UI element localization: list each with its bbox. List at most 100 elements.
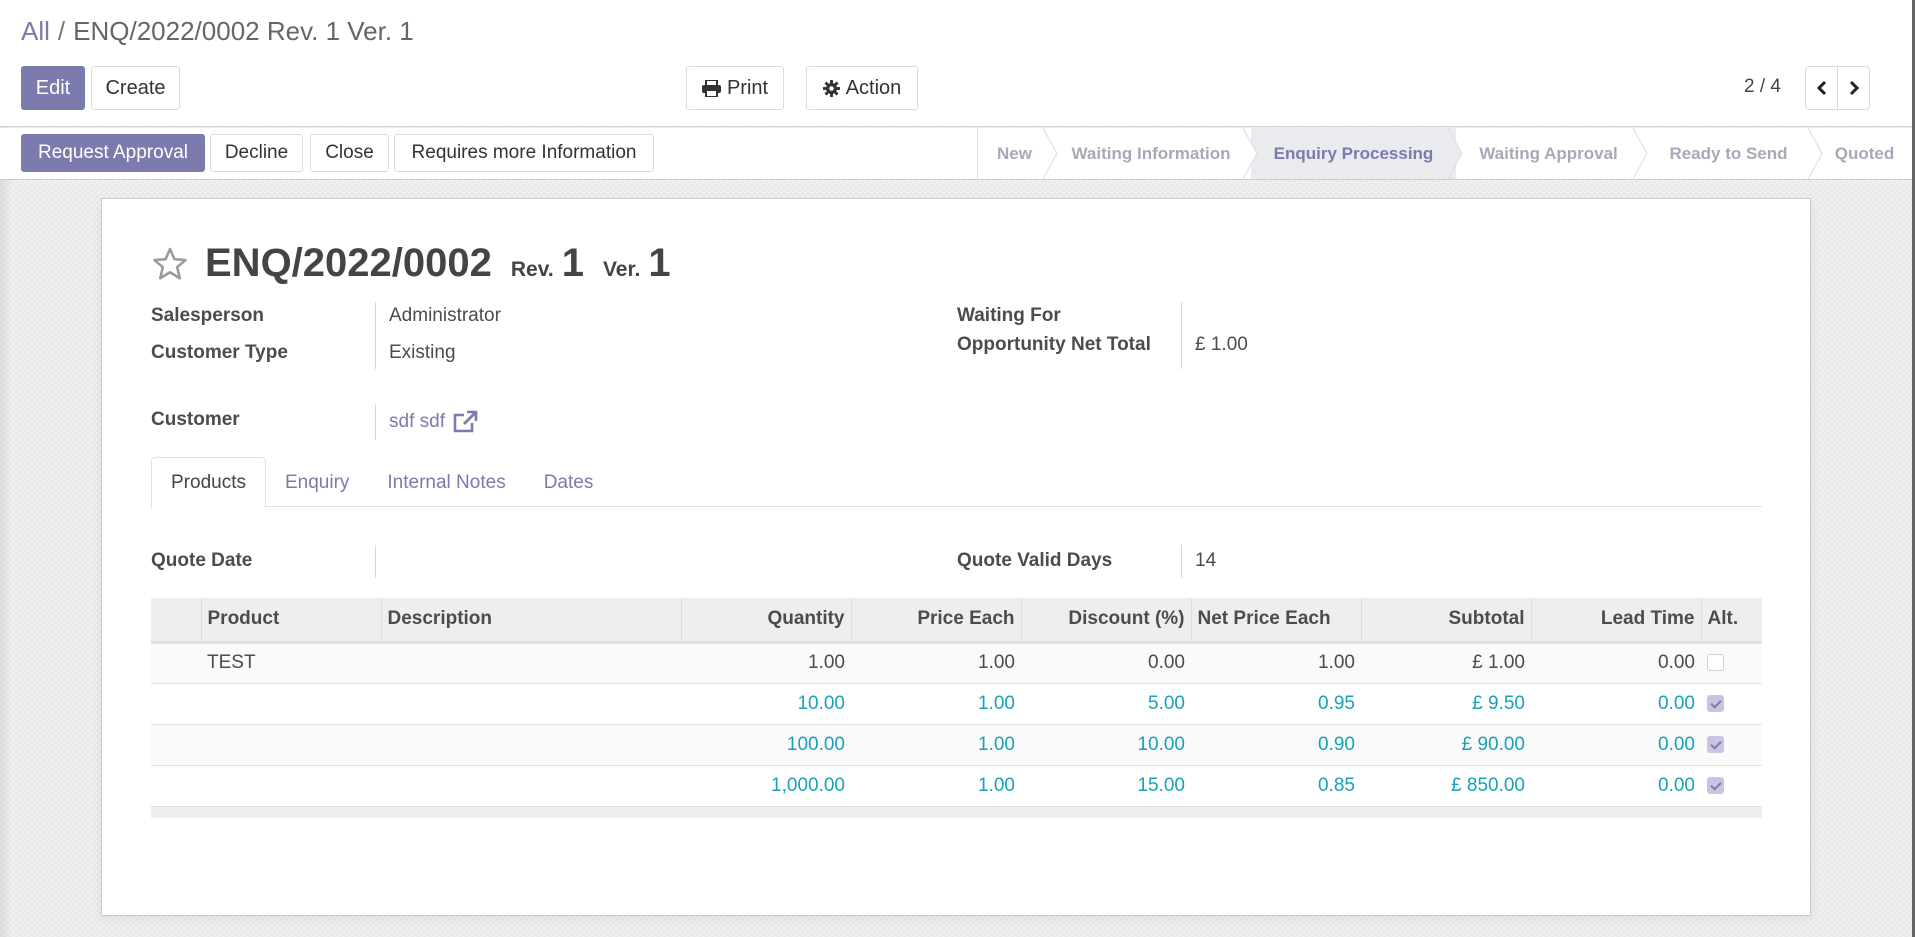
cell-quantity[interactable]: 100.00 [681,723,851,765]
cell-product[interactable]: TEST [201,641,381,683]
field-divider [375,302,376,369]
cell-product[interactable] [201,723,381,765]
salesperson-value: Administrator [389,305,501,326]
cell-description[interactable] [381,641,681,683]
cell-net-price-each[interactable]: 1.00 [1191,641,1361,683]
cell-description[interactable] [381,723,681,765]
tab-dates[interactable]: Dates [525,457,613,508]
quote-valid-days-value: 14 [1195,550,1217,571]
print-button[interactable]: Print [686,66,784,110]
edit-button[interactable]: Edit [21,66,85,110]
column-header-price-each[interactable]: Price Each [850,598,1021,644]
create-button[interactable]: Create [91,66,180,110]
cell-description[interactable] [381,682,681,724]
control-panel: All / ENQ/2022/0002 Rev. 1 Ver. 1 Edit Cre… [0,0,1912,127]
breadcrumb-all-link[interactable]: All [21,16,50,46]
stage-label: Waiting Information [1071,143,1231,163]
chevron-left-icon [1816,80,1826,96]
close-button[interactable]: Close [310,134,389,172]
stage-pipeline: New Waiting Information Enquiry Processi… [977,128,1913,179]
alt-checkbox[interactable] [1707,776,1724,794]
column-header-net-price-each[interactable]: Net Price Each [1190,598,1361,644]
cell-net-price-each[interactable]: 0.90 [1191,723,1361,765]
stage-new[interactable]: New [978,128,1058,179]
cell-lead-time[interactable]: 0.00 [1531,764,1701,806]
breadcrumb-current: ENQ/2022/0002 Rev. 1 Ver. 1 [73,16,414,46]
column-header-lead-time[interactable]: Lead Time [1530,598,1701,644]
record-name: ENQ/2022/0002 [205,241,492,285]
cell-price-each[interactable]: 1.00 [851,723,1021,765]
cell-net-price-each[interactable]: 0.95 [1191,682,1361,724]
table-footer [151,805,1762,818]
tab-enquiry[interactable]: Enquiry [266,457,368,508]
pager-next-button[interactable] [1837,67,1869,109]
stage-label: Enquiry Processing [1273,143,1434,163]
alt-checkbox[interactable] [1707,654,1724,672]
column-header-subtotal[interactable]: Subtotal [1360,598,1531,644]
field-divider [1181,545,1182,578]
stage-label: Waiting Approval [1479,143,1618,163]
table-row[interactable]: TEST 1.00 1.00 0.00 1.00 £ 1.00 0.00 [151,641,1762,683]
form-sheet: ENQ/2022/0002 Rev. 1 Ver. 1 Salesperson … [101,198,1811,916]
stage-ready-to-send[interactable]: Ready to Send [1641,128,1823,179]
stage-waiting-approval[interactable]: Waiting Approval [1456,128,1648,179]
gear-icon [822,79,840,97]
tab-products[interactable]: Products [151,457,266,508]
cell-discount[interactable]: 10.00 [1021,723,1191,765]
cell-subtotal: £ 9.50 [1361,682,1531,724]
cell-quantity[interactable]: 10.00 [681,682,851,724]
cell-product[interactable] [201,764,381,806]
cell-price-each[interactable]: 1.00 [851,764,1021,806]
revision-value: 1 [561,241,584,285]
cell-lead-time[interactable]: 0.00 [1531,682,1701,724]
customer-link[interactable]: sdf sdf [389,411,445,433]
field-divider [375,545,376,578]
cell-lead-time[interactable]: 0.00 [1531,723,1701,765]
cell-quantity[interactable]: 1,000.00 [681,764,851,806]
stage-waiting-information[interactable]: Waiting Information [1051,128,1258,179]
pager-previous-button[interactable] [1806,67,1837,109]
customer-type-value: Existing [389,342,456,363]
requires-more-information-button[interactable]: Requires more Information [394,134,654,172]
external-link-icon[interactable] [452,409,479,434]
cell-quantity[interactable]: 1.00 [681,641,851,683]
cell-discount[interactable]: 5.00 [1021,682,1191,724]
status-bar: Request Approval Decline Close Requires … [0,128,1912,180]
cell-price-each[interactable]: 1.00 [851,641,1021,683]
pager-buttons [1805,66,1870,110]
request-approval-button[interactable]: Request Approval [21,134,205,172]
cell-handle [151,723,201,765]
customer-type-label: Customer Type [151,342,288,363]
table-row[interactable]: 10.00 1.00 5.00 0.95 £ 9.50 0.00 [151,682,1762,724]
column-header-product[interactable]: Product [200,598,381,644]
cell-handle [151,764,201,806]
decline-button[interactable]: Decline [210,134,303,172]
table-row[interactable]: 100.00 1.00 10.00 0.90 £ 90.00 0.00 [151,723,1762,765]
cell-price-each[interactable]: 1.00 [851,682,1021,724]
cell-net-price-each[interactable]: 0.85 [1191,764,1361,806]
stage-label: Quoted [1834,143,1895,163]
cell-product[interactable] [201,682,381,724]
table-row[interactable]: 1,000.00 1.00 15.00 0.85 £ 850.00 0.00 [151,764,1762,806]
field-divider [1181,302,1182,369]
cell-description[interactable] [381,764,681,806]
column-header-quantity[interactable]: Quantity [680,598,851,644]
stage-enquiry-processing[interactable]: Enquiry Processing [1251,128,1463,179]
cell-discount[interactable]: 15.00 [1021,764,1191,806]
star-icon[interactable] [151,245,189,283]
column-header-discount[interactable]: Discount (%) [1020,598,1191,644]
cell-handle [151,682,201,724]
column-header-alt[interactable]: Alt. [1700,598,1762,644]
cell-lead-time[interactable]: 0.00 [1531,641,1701,683]
alt-checkbox[interactable] [1707,694,1724,712]
column-header-description[interactable]: Description [380,598,681,644]
action-button[interactable]: Action [806,66,918,110]
cell-discount[interactable]: 0.00 [1021,641,1191,683]
cell-alt [1701,723,1762,765]
tab-internal-notes[interactable]: Internal Notes [368,457,524,508]
pager-value[interactable]: 2 / 4 [1744,76,1781,98]
stage-arrow [1633,128,1648,179]
version-label: Ver. [602,258,641,281]
stage-quoted[interactable]: Quoted [1816,128,1913,179]
alt-checkbox[interactable] [1707,735,1724,753]
